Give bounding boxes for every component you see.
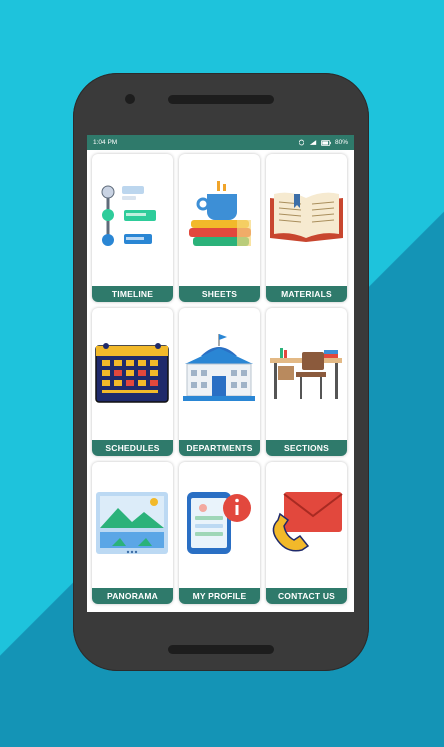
- menu-card-materials[interactable]: MATERIALS: [266, 154, 347, 302]
- speaker-top: [168, 95, 274, 104]
- timeline-icon: [101, 185, 156, 246]
- camera-dot: [125, 94, 135, 104]
- sync-icon: [298, 139, 305, 146]
- menu-label: SECTIONS: [266, 440, 347, 456]
- menu-label: CONTACT US: [266, 588, 347, 604]
- menu-label: SCHEDULES: [92, 440, 173, 456]
- speaker-bottom: [168, 645, 274, 654]
- battery-icon: [320, 139, 331, 146]
- menu-label: TIMELINE: [92, 286, 173, 302]
- status-bar: 1:04 PM 80%: [87, 135, 354, 150]
- menu-label: PANORAMA: [92, 588, 173, 604]
- phone-frame: 1:04 PM 80% TIMELINE SHEETS MATERIALS SC…: [73, 73, 369, 671]
- status-time: 1:04 PM: [93, 139, 118, 146]
- signal-icon: [309, 140, 317, 145]
- phone-screen: 1:04 PM 80% TIMELINE SHEETS MATERIALS SC…: [87, 135, 354, 612]
- menu-label: SHEETS: [179, 286, 260, 302]
- panorama-image-icon: [96, 492, 168, 554]
- school-building-icon: [183, 334, 255, 401]
- menu-card-timeline[interactable]: TIMELINE: [92, 154, 173, 302]
- battery-percent: 80%: [334, 139, 348, 146]
- open-book-icon: [270, 192, 343, 242]
- status-icons: 80%: [298, 139, 348, 146]
- desk-chair-icon: [270, 348, 342, 399]
- menu-card-schedules[interactable]: SCHEDULES: [92, 308, 173, 456]
- books-coffee-icon: [189, 181, 251, 246]
- menu-card-departments[interactable]: DEPARTMENTS: [179, 308, 260, 456]
- phone-profile-info-icon: [187, 492, 251, 554]
- menu-card-panorama[interactable]: PANORAMA: [92, 462, 173, 604]
- menu-label: DEPARTMENTS: [179, 440, 260, 456]
- menu-card-my-profile[interactable]: MY PROFILE: [179, 462, 260, 604]
- calendar-icon: [95, 343, 169, 403]
- menu-card-contact-us[interactable]: CONTACT US: [266, 462, 347, 604]
- menu-grid: TIMELINE SHEETS MATERIALS SCHEDULES DEPA…: [92, 154, 348, 604]
- menu-card-sections[interactable]: SECTIONS: [266, 308, 347, 456]
- menu-card-sheets[interactable]: SHEETS: [179, 154, 260, 302]
- menu-label: MY PROFILE: [179, 588, 260, 604]
- menu-label: MATERIALS: [266, 286, 347, 302]
- phone-mail-icon: [272, 492, 343, 552]
